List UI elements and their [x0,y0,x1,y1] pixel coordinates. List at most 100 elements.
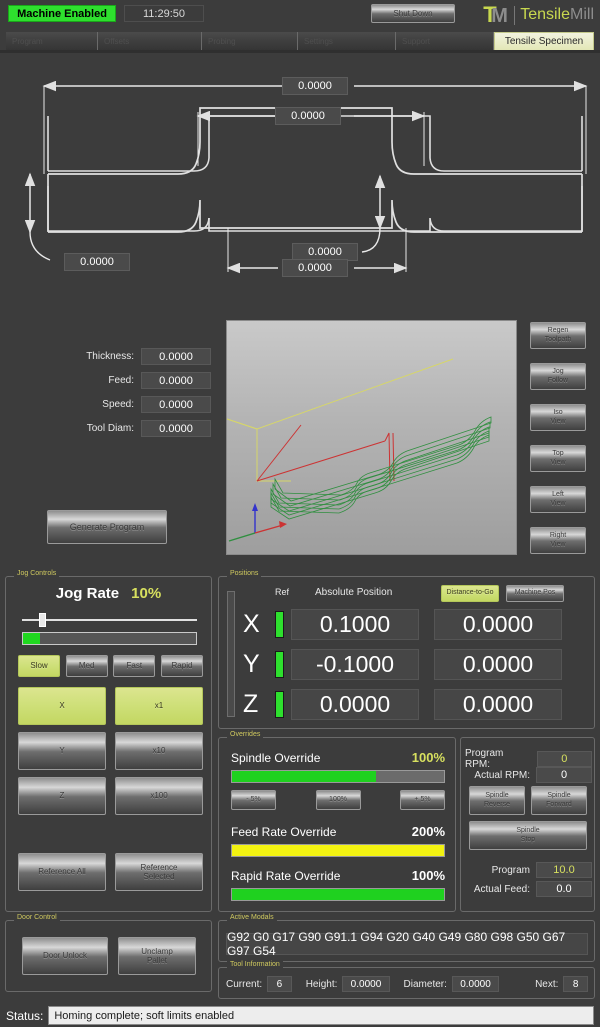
positions-panel: Positions Ref Absolute Position Distance… [218,576,595,729]
reference-all-button[interactable]: Reference All [18,853,106,891]
positions-title: Positions [227,570,261,577]
tool-current-value[interactable]: 6 [267,976,292,992]
spindle-reverse-button[interactable]: SpindleReverse [469,786,525,815]
rapid-override-bar[interactable] [231,888,445,901]
distance-to-go-button[interactable]: Distance-to-Go [441,585,499,602]
actual-feed-label: Actual Feed: [474,884,530,895]
left-view-button[interactable]: LeftView [530,486,586,513]
spindle-override-fill [232,771,376,782]
tab-support[interactable]: Support [396,32,494,51]
spindle-override-bar[interactable] [231,770,445,783]
jog-speed-med-button[interactable]: Med [66,655,108,677]
spindle-override-buttons: - 5% 100% + 5% [231,790,445,810]
header-bar: Machine Enabled 11:29:50 Shut Down T M T… [0,0,600,31]
logo-divider [514,6,515,25]
jog-step-x1-button[interactable]: x1 [115,687,203,725]
iso-view-button[interactable]: IsoView [530,404,586,431]
tab-probing[interactable]: Probing [202,32,298,51]
absolute-position-z[interactable]: 0.0000 [291,689,419,720]
absolute-position-x[interactable]: 0.1000 [291,609,419,640]
jog-rate-slider[interactable] [22,613,197,627]
tab-settings[interactable]: Settings [298,32,396,51]
ref-led-y [275,651,284,678]
tab-program[interactable]: Program [6,32,98,51]
speed-input[interactable]: 0.0000 [141,396,211,413]
axis-label-y: Y [243,647,260,681]
top-view-button[interactable]: TopView [530,445,586,472]
jog-step-x10-button[interactable]: x10 [115,732,203,770]
jog-controls-panel: Jog Controls Jog Rate 10% Slow Med Fast … [5,576,212,912]
param-row-tool-diam: Tool Diam: 0.0000 [36,420,211,437]
ref-led-x [275,611,284,638]
unclamp-pallet-button[interactable]: UnclampPallet [118,937,196,975]
relative-position-z[interactable]: 0.0000 [434,689,562,720]
actual-rpm-value: 0 [536,767,592,783]
jog-controls-title: Jog Controls [14,570,59,577]
tool-diameter-value[interactable]: 0.0000 [452,976,499,992]
tensilemill-logo: T M Tensile Mill [483,3,594,27]
regen-toolpath-button[interactable]: RegenToolpath [530,322,586,349]
rapid-moves [257,425,394,481]
relative-position-y[interactable]: 0.0000 [434,649,562,680]
spindle-forward-button[interactable]: SpindleForward [531,786,587,815]
jog-axis-and-step-buttons: X Y Z x1 x10 x100 [18,687,203,822]
rapid-override-value: 100% [412,868,445,883]
feed-input[interactable]: 0.0000 [141,372,211,389]
shutdown-button-label: Shut Down [393,9,432,18]
jog-axis-y-button[interactable]: Y [18,732,106,770]
jog-axis-column: X Y Z [18,687,106,822]
position-row-z: Z 0.0000 0.0000 [219,687,594,723]
spindle-reset-100-button[interactable]: 100% [316,790,361,810]
tool-diam-input[interactable]: 0.0000 [141,420,211,437]
feed-override-label: Feed Rate Override [231,825,336,839]
dim-overall-length-line [44,86,586,174]
jog-axis-z-button[interactable]: Z [18,777,106,815]
dim-grip-length-value[interactable]: 0.0000 [275,107,341,125]
jog-speed-slow-button[interactable]: Slow [18,655,60,677]
active-modals-panel: Active Modals G92 G0 G17 G90 G91.1 G94 G… [218,920,595,962]
ref-led-z [275,691,284,718]
thickness-input[interactable]: 0.0000 [141,348,211,365]
spindle-plus-5-button[interactable]: + 5% [400,790,445,810]
dim-gauge-length-value[interactable]: 0.0000 [282,259,348,277]
relative-position-x[interactable]: 0.0000 [434,609,562,640]
jog-follow-button[interactable]: JogFollow [530,363,586,390]
rapid-override-fill [232,889,444,900]
door-control-title: Door Control [14,914,60,921]
jog-rate-value: 10% [131,585,161,602]
dim-gauge-width-line [362,176,380,252]
reference-selected-button[interactable]: ReferenceSelected [115,853,203,891]
active-modals-title: Active Modals [227,914,277,921]
actual-feed-value: 0.0 [536,881,592,897]
dim-overall-length-value[interactable]: 0.0000 [282,77,348,95]
status-message: Homing complete; soft limits enabled [48,1006,594,1025]
jog-axis-x-button[interactable]: X [18,687,106,725]
overrides-title: Overrides [227,731,263,738]
right-view-button[interactable]: RightView [530,527,586,554]
door-unlock-button[interactable]: Door Unlock [22,937,108,975]
tool-next-value[interactable]: 8 [563,976,588,992]
generate-program-button[interactable]: Generate Program [47,510,167,544]
spindle-minus-5-button[interactable]: - 5% [231,790,276,810]
tool-information-title: Tool Information [227,961,283,968]
toolpath-viewport[interactable] [226,320,517,555]
spindle-override-label: Spindle Override [231,751,320,765]
machine-pos-button[interactable]: Machine Pos [506,585,564,602]
specimen-profile [48,108,582,232]
jog-slider-thumb[interactable] [39,613,46,627]
dim-overall-width-line [30,174,50,260]
speed-label: Speed: [54,399,134,410]
jog-speed-rapid-button[interactable]: Rapid [161,655,203,677]
stock-bounds-guide [227,359,453,481]
jog-speed-fast-button[interactable]: Fast [113,655,155,677]
tool-height-value[interactable]: 0.0000 [342,976,389,992]
spindle-stop-button[interactable]: SpindleStop [469,821,587,850]
feed-override-bar[interactable] [231,844,445,857]
jog-step-x100-button[interactable]: x100 [115,777,203,815]
status-label: Status: [6,1009,43,1023]
tab-offsets[interactable]: Offsets [98,32,202,51]
shutdown-button[interactable]: Shut Down [371,4,455,23]
tab-tensile-specimen[interactable]: Tensile Specimen [494,32,594,51]
dim-overall-width-value[interactable]: 0.0000 [64,253,130,271]
absolute-position-y[interactable]: -0.1000 [291,649,419,680]
